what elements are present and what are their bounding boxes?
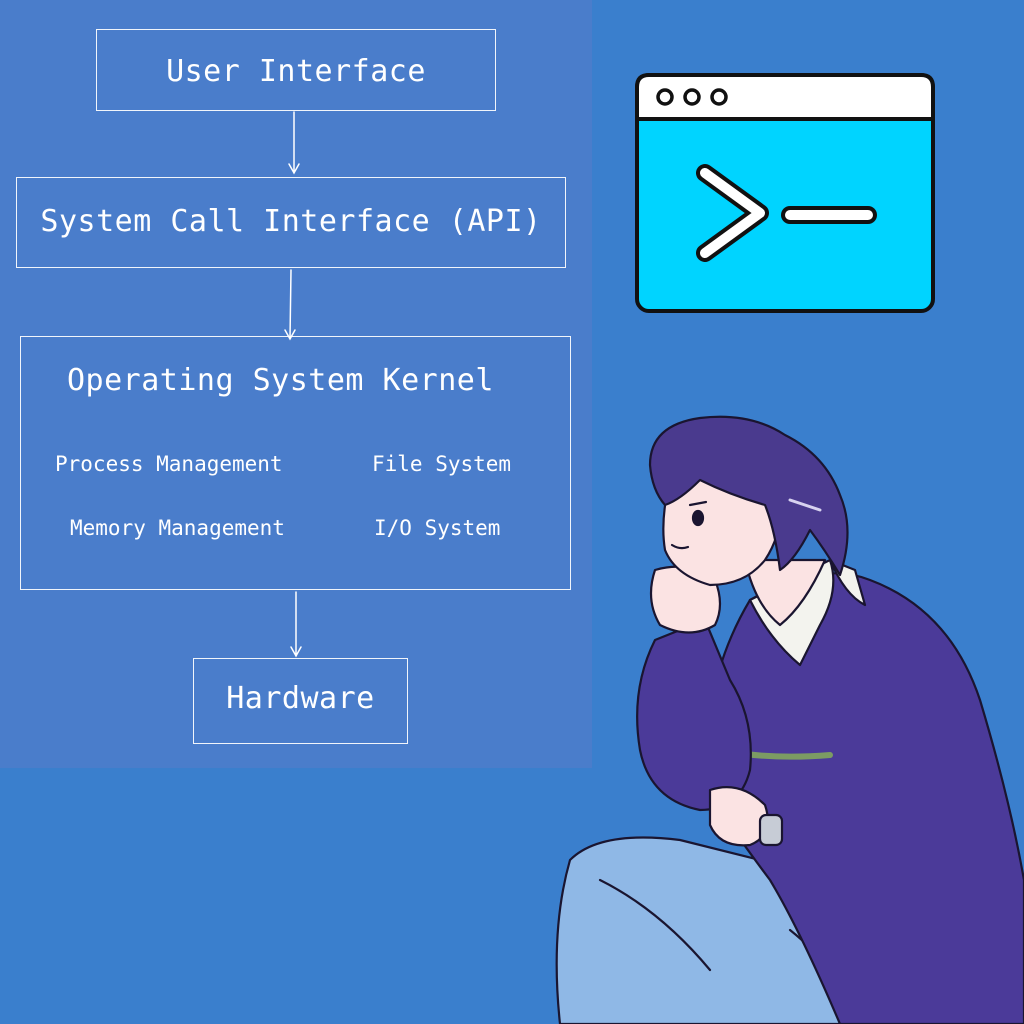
terminal-window-icon	[635, 73, 935, 313]
thinking-person-illustration	[555, 415, 1024, 1024]
window-dot-icon	[683, 88, 701, 106]
window-dot-icon	[710, 88, 728, 106]
window-dot-icon	[656, 88, 674, 106]
arrow-sci-to-kernel	[284, 269, 296, 341]
arrow-kernel-to-hardware	[290, 591, 302, 658]
diagram-panel: User Interface System Call Interface (AP…	[0, 0, 592, 768]
flow-arrows	[284, 111, 302, 658]
arrow-ui-to-sci	[288, 111, 300, 175]
